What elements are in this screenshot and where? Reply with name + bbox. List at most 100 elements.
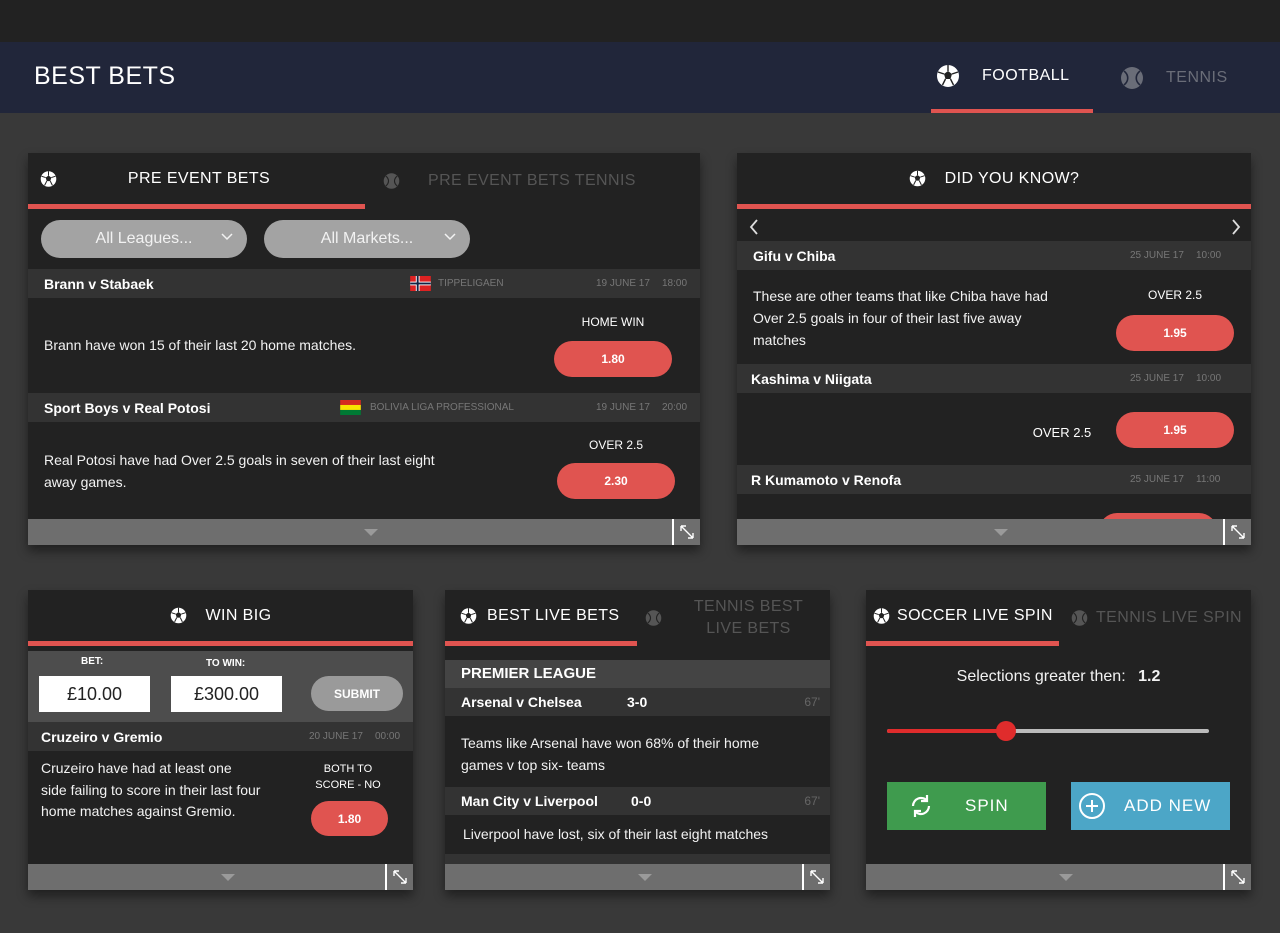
expand-down-icon[interactable] xyxy=(364,529,378,536)
odds-button[interactable]: 1.95 xyxy=(1116,412,1234,448)
submit-button[interactable]: SUBMIT xyxy=(311,676,403,711)
fact-time: 10:00 xyxy=(1196,250,1222,261)
resize-icon[interactable] xyxy=(672,519,700,545)
match-time: 18:00 xyxy=(662,278,688,289)
win-big-title-tab: WIN BIG xyxy=(28,590,413,641)
live-match-minute: 67' xyxy=(804,794,820,808)
refresh-icon xyxy=(911,795,931,817)
fact-date: 25 JUNE 17 xyxy=(1130,250,1184,261)
live-match-score: 3-0 xyxy=(627,694,648,710)
fact-date: 25 JUNE 17 xyxy=(1130,474,1184,485)
tennis-ball-icon xyxy=(645,610,662,626)
fact-match-name: Kashima v Niigata xyxy=(751,370,872,387)
match-insight: Cruzeiro have had at least one side fail… xyxy=(41,760,261,819)
spin-button[interactable]: SPIN xyxy=(887,782,1046,830)
fact-time: 11:00 xyxy=(1196,474,1221,485)
tab-soccer-live-spin[interactable]: SOCCER LIVE SPIN xyxy=(866,590,1059,646)
league-filter-dropdown[interactable]: All Leagues... xyxy=(41,220,247,258)
odds-button[interactable]: 1.95 xyxy=(1116,315,1234,351)
tab-football-label: FOOTBALL xyxy=(982,66,1070,84)
slider-thumb[interactable] xyxy=(996,721,1017,741)
tab-best-live-bets[interactable]: BEST LIVE BETS xyxy=(445,590,637,646)
soccer-ball-icon xyxy=(909,170,925,187)
win-big-header: WIN BIG xyxy=(28,590,413,646)
expand-down-icon[interactable] xyxy=(994,529,1008,536)
soccer-ball-icon xyxy=(873,607,890,624)
odds-button[interactable]: 1.80 xyxy=(311,801,388,836)
live-spin-panel: SOCCER LIVE SPIN TENNIS LIVE SPIN Select… xyxy=(866,590,1251,890)
resize-icon[interactable] xyxy=(1223,519,1251,545)
match-name: Sport Boys v Real Potosi xyxy=(44,399,211,416)
add-new-button[interactable]: ADD NEW xyxy=(1071,782,1230,830)
match-league: TIPPELIGAEN xyxy=(438,278,504,289)
live-spin-tabs: SOCCER LIVE SPIN TENNIS LIVE SPIN xyxy=(866,590,1251,646)
live-match-minute: 67' xyxy=(804,695,820,709)
market-filter-label: All Markets... xyxy=(320,230,414,247)
tab-tennis-live-spin-label: TENNIS LIVE SPIN xyxy=(1096,609,1242,626)
did-you-know-header: DID YOU KNOW? xyxy=(737,153,1251,209)
tab-tennis-best-live[interactable]: TENNIS BEST LIVE BETS xyxy=(637,590,830,646)
selection-label: Selections greater then: xyxy=(956,668,1126,685)
chevron-down-icon xyxy=(221,233,233,241)
bet-label: BET: xyxy=(81,656,104,667)
odds-button[interactable]: 2.30 xyxy=(557,463,675,499)
league-header: PREMIER LEAGUE xyxy=(445,660,830,688)
fact-body: These are other teams that like Chiba ha… xyxy=(737,270,1251,364)
match-body: Real Potosi have had Over 2.5 goals in s… xyxy=(28,422,700,519)
live-bets-panel: BEST LIVE BETS TENNIS BEST LIVE BETS PRE… xyxy=(445,590,830,890)
fact-header: Kashima v Niigata 25 JUNE 17 10:00 xyxy=(737,364,1251,393)
tab-tennis[interactable]: TENNIS xyxy=(1120,42,1240,113)
match-date: 20 JUNE 17 xyxy=(309,731,363,742)
live-match-name: Arsenal v Chelsea xyxy=(461,694,582,710)
expand-down-icon[interactable] xyxy=(1058,874,1073,881)
fact-date: 25 JUNE 17 xyxy=(1130,373,1184,384)
chevron-right-icon[interactable] xyxy=(1231,219,1241,235)
tab-pre-event-tennis[interactable]: PRE EVENT BETS TENNIS xyxy=(365,153,700,209)
panel-footer xyxy=(737,519,1251,545)
add-new-label: ADD NEW xyxy=(1124,796,1212,815)
expand-down-icon[interactable] xyxy=(220,874,235,881)
soccer-ball-icon xyxy=(460,607,477,624)
odds-button[interactable]: 1.80 xyxy=(554,341,672,377)
live-match-header: Man City v Liverpool 0-0 67' xyxy=(445,787,830,815)
tab-pre-event-bets[interactable]: PRE EVENT BETS xyxy=(28,153,365,209)
chevron-left-icon[interactable] xyxy=(749,219,759,235)
resize-icon[interactable] xyxy=(802,864,830,890)
to-win-amount: £300.00 xyxy=(171,676,282,712)
resize-icon[interactable] xyxy=(385,864,413,890)
live-match-insight: Teams like Arsenal have won 68% of their… xyxy=(461,735,760,773)
live-match-name: Man City v Liverpool xyxy=(461,793,598,809)
pre-event-panel: PRE EVENT BETS PRE EVENT BETS TENNIS All… xyxy=(28,153,700,545)
fact-match-name: Gifu v Chiba xyxy=(753,247,836,264)
match-name: Brann v Stabaek xyxy=(44,275,154,292)
match-date: 19 JUNE 17 xyxy=(596,402,650,413)
tab-football[interactable]: FOOTBALL xyxy=(931,42,1093,113)
next-row-strip xyxy=(445,854,830,864)
resize-icon[interactable] xyxy=(1223,864,1251,890)
tab-soccer-live-spin-label: SOCCER LIVE SPIN xyxy=(897,606,1053,624)
market-label-line1: BOTH TO xyxy=(323,763,373,775)
selection-row: Selections greater then: 1.2 xyxy=(866,668,1251,686)
tab-tennis-live-spin[interactable]: TENNIS LIVE SPIN xyxy=(1059,590,1251,646)
expand-down-icon[interactable] xyxy=(637,874,652,881)
tennis-ball-icon xyxy=(1071,610,1088,626)
match-time: 00:00 xyxy=(375,731,401,742)
win-big-panel: WIN BIG BET: TO WIN: £10.00 £300.00 SUBM… xyxy=(28,590,413,890)
pre-event-tabs: PRE EVENT BETS PRE EVENT BETS TENNIS xyxy=(28,153,700,209)
panel-footer xyxy=(28,864,413,890)
live-match-header: Arsenal v Chelsea 3-0 67' xyxy=(445,688,830,716)
to-win-label: TO WIN: xyxy=(206,658,246,669)
match-name: Cruzeiro v Gremio xyxy=(41,728,163,745)
bet-amount-input[interactable]: £10.00 xyxy=(39,676,150,712)
market-filter-dropdown[interactable]: All Markets... xyxy=(264,220,470,258)
bet-form: BET: TO WIN: £10.00 £300.00 SUBMIT xyxy=(28,651,413,722)
tab-best-live-label: BEST LIVE BETS xyxy=(487,606,620,624)
soccer-ball-icon xyxy=(170,607,186,624)
odds-slider[interactable] xyxy=(887,721,1209,741)
market-label: OVER 2.5 xyxy=(588,438,644,452)
tab-pre-event-label: PRE EVENT BETS xyxy=(127,169,271,187)
chevron-down-icon xyxy=(444,233,456,241)
fact-body: OVER 2.5 1.95 xyxy=(737,393,1251,465)
spin-label: SPIN xyxy=(965,796,1009,815)
app-header: BEST BETS FOOTBALL TENNIS xyxy=(0,42,1280,113)
